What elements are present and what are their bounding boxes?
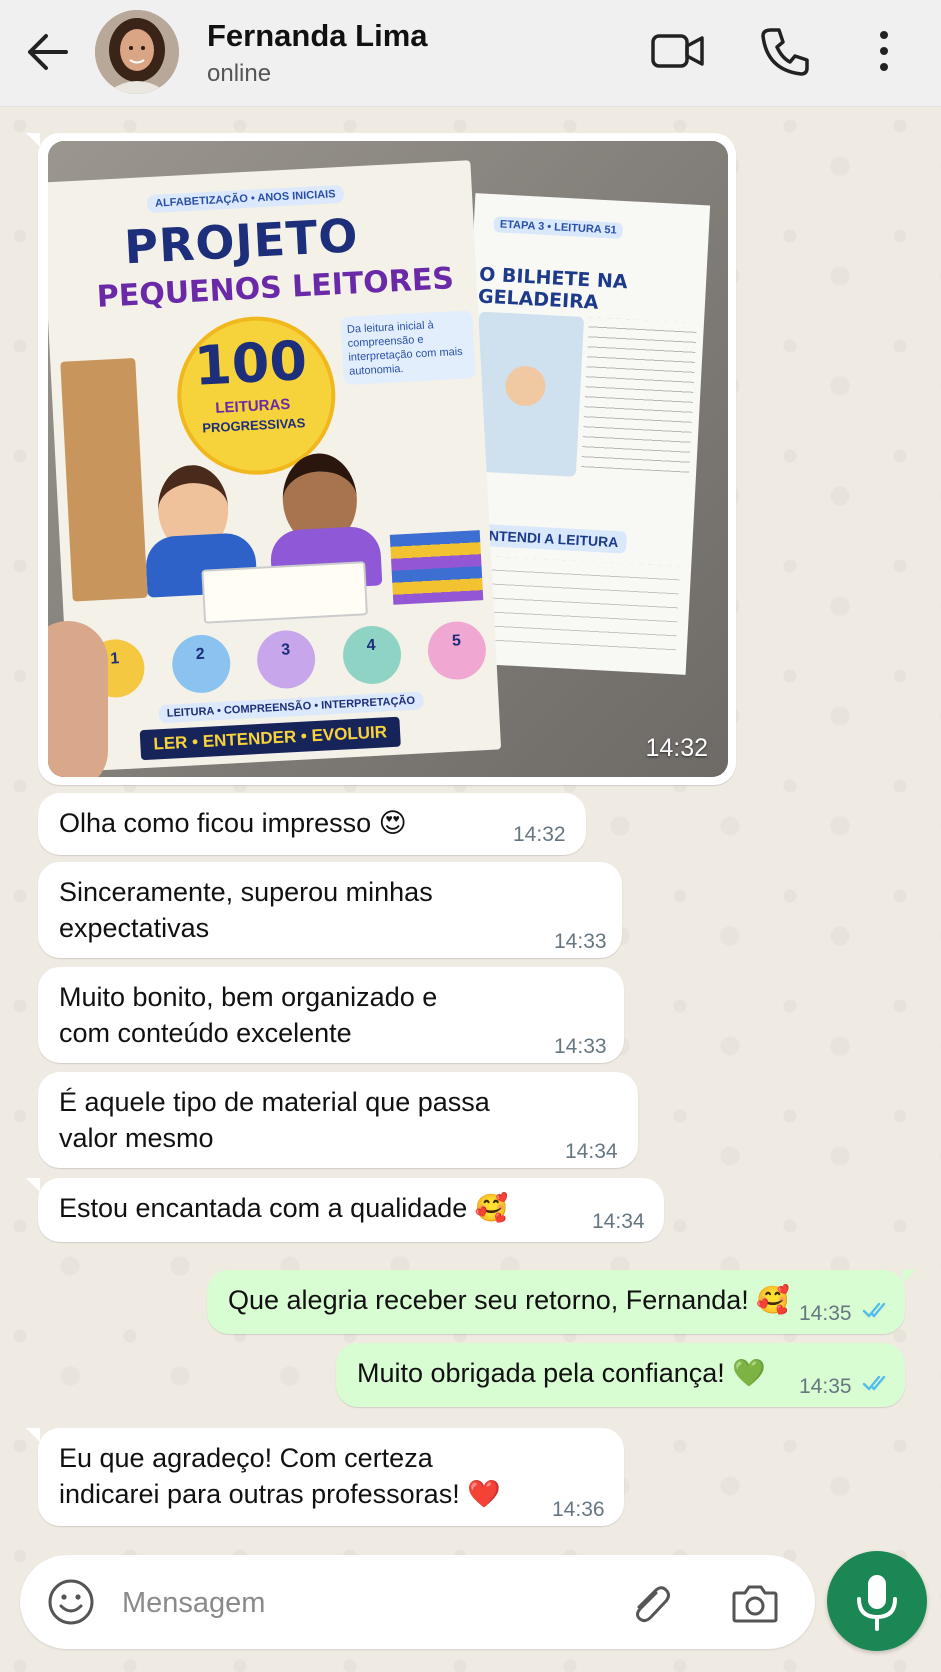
worksheet-title: O BILHETE NA GELADEIRA bbox=[477, 263, 629, 314]
message-text-line: expectativas bbox=[59, 913, 210, 943]
cover-title-1: PROJETO bbox=[122, 208, 360, 275]
cover-steps: 1 2 3 4 5 bbox=[84, 620, 488, 701]
message-text-line: com conteúdo excelente bbox=[59, 1018, 352, 1048]
microphone-icon bbox=[857, 1575, 897, 1631]
composer-bar bbox=[20, 1555, 815, 1649]
message-text-line: indicarei para outras professoras! ❤️ bbox=[59, 1479, 501, 1509]
hand bbox=[48, 621, 108, 777]
emoji-button[interactable] bbox=[46, 1577, 96, 1627]
worksheet-stage: ETAPA 3 • LEITURA 51 bbox=[493, 216, 624, 239]
camera-button[interactable] bbox=[730, 1579, 780, 1627]
bubble-tail bbox=[26, 1428, 40, 1442]
message-time: 14:34 bbox=[565, 1140, 618, 1163]
voice-message-button[interactable] bbox=[827, 1551, 927, 1651]
contact-status: online bbox=[207, 60, 272, 87]
message-text-line: É aquele tipo de material que passa bbox=[59, 1087, 490, 1117]
message-bubble-incoming[interactable]: Olha como ficou impresso 😍 14:32 bbox=[38, 793, 586, 855]
arrow-left-icon bbox=[28, 34, 68, 70]
message-bubble-outgoing[interactable]: Muito obrigada pela confiança! 💚 14:35 bbox=[336, 1343, 905, 1407]
message-bubble-incoming[interactable]: É aquele tipo de material que passa valo… bbox=[38, 1072, 638, 1168]
message-text: Que alegria receber seu retorno, Fernand… bbox=[228, 1285, 790, 1315]
image-time: 14:32 bbox=[645, 734, 708, 762]
message-time: 14:35 bbox=[799, 1302, 852, 1325]
message-text-line: Muito bonito, bem organizado e bbox=[59, 982, 438, 1012]
message-bubble-outgoing[interactable]: Que alegria receber seu retorno, Fernand… bbox=[207, 1270, 905, 1334]
message-text: Olha como ficou impresso 😍 bbox=[59, 808, 407, 838]
bubble-tail bbox=[26, 1178, 40, 1192]
video-camera-icon bbox=[651, 34, 704, 68]
message-time: 14:33 bbox=[554, 1035, 607, 1058]
message-input[interactable] bbox=[120, 1577, 594, 1629]
message-bubble-incoming[interactable]: Sinceramente, superou minhas expectativa… bbox=[38, 862, 622, 958]
smiley-icon bbox=[48, 1579, 94, 1625]
message-time: 14:35 bbox=[799, 1375, 852, 1398]
message-time: 14:36 bbox=[552, 1498, 605, 1521]
photo-booklets[interactable]: ETAPA 3 • LEITURA 51 O BILHETE NA GELADE… bbox=[48, 141, 728, 777]
message-text: Estou encantada com a qualidade 🥰 bbox=[59, 1193, 509, 1223]
voice-call-button[interactable] bbox=[757, 24, 813, 80]
contact-name[interactable]: Fernanda Lima bbox=[207, 18, 428, 54]
chat-header: Fernanda Lima online bbox=[0, 0, 941, 107]
message-time: 14:34 bbox=[592, 1210, 645, 1233]
attach-button[interactable] bbox=[626, 1579, 674, 1627]
back-button[interactable] bbox=[22, 26, 74, 78]
paperclip-icon bbox=[636, 1586, 670, 1623]
message-text: Muito obrigada pela confiança! 💚 bbox=[357, 1358, 766, 1388]
contact-avatar[interactable] bbox=[95, 10, 179, 94]
camera-icon bbox=[732, 1585, 778, 1623]
message-bubble-incoming[interactable]: Eu que agradeço! Com certeza indicarei p… bbox=[38, 1428, 624, 1526]
more-options-button[interactable] bbox=[868, 24, 900, 80]
message-time: 14:33 bbox=[554, 930, 607, 953]
bubble-tail bbox=[26, 133, 40, 147]
worksheet-section: ENTENDI A LEITURA bbox=[471, 523, 627, 554]
image-message-bubble[interactable]: ETAPA 3 • LEITURA 51 O BILHETE NA GELADE… bbox=[38, 133, 736, 785]
message-time: 14:32 bbox=[513, 823, 566, 846]
cover-side-note: Da leitura inicial à compreensão e inter… bbox=[340, 310, 476, 386]
message-bubble-incoming[interactable]: Muito bonito, bem organizado e com conte… bbox=[38, 967, 624, 1063]
message-text-line: Eu que agradeço! Com certeza bbox=[59, 1443, 433, 1473]
booklet-cover: ALFABETIZAÇÃO • ANOS INICIAIS PROJETO PE… bbox=[48, 160, 502, 772]
cover-slogan: LER • ENTENDER • EVOLUIR bbox=[139, 716, 401, 761]
cover-number: 100 bbox=[192, 329, 309, 398]
phone-icon bbox=[761, 28, 809, 76]
video-call-button[interactable] bbox=[650, 24, 706, 80]
bubble-tail bbox=[902, 1270, 916, 1284]
read-receipt-icon bbox=[862, 1375, 886, 1391]
cover-top-label: ALFABETIZAÇÃO • ANOS INICIAIS bbox=[146, 184, 344, 214]
message-text-line: Sinceramente, superou minhas bbox=[59, 877, 433, 907]
message-bubble-incoming[interactable]: Estou encantada com a qualidade 🥰 14:34 bbox=[38, 1178, 664, 1242]
more-vertical-icon bbox=[880, 31, 888, 71]
message-text-line: valor mesmo bbox=[59, 1123, 214, 1153]
read-receipt-icon bbox=[862, 1302, 886, 1318]
